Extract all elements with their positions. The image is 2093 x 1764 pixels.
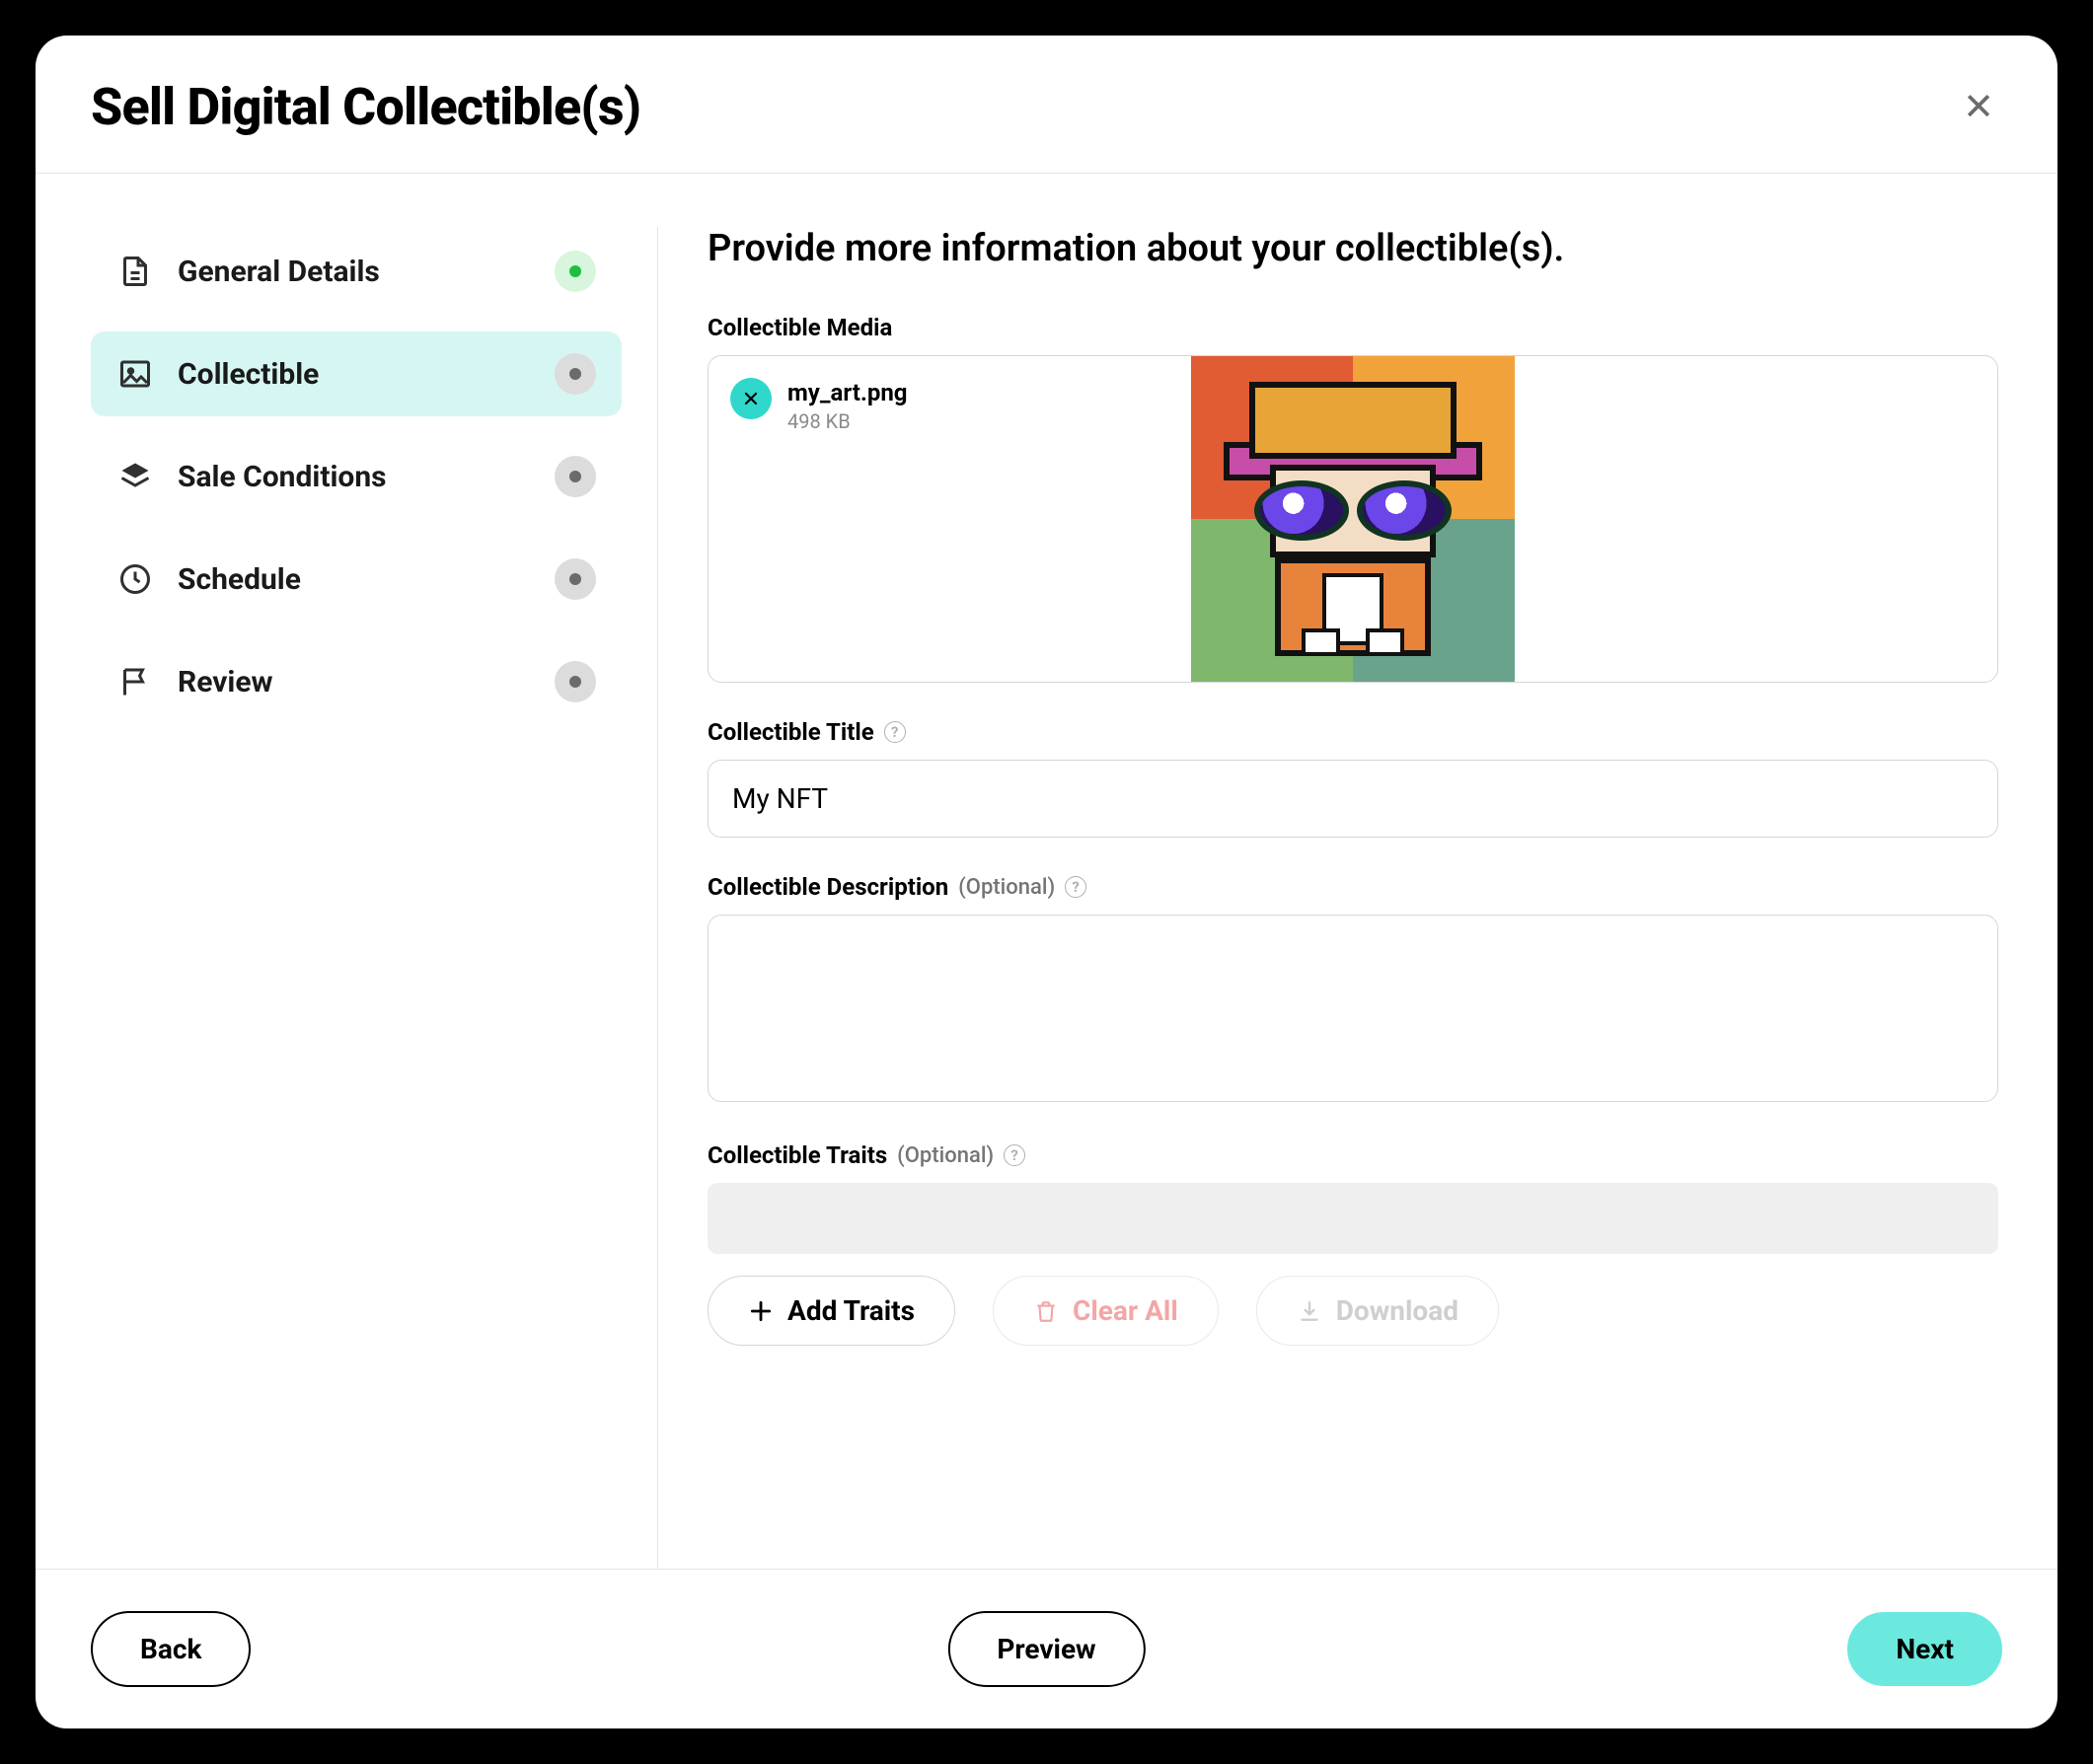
clear-all-button[interactable]: Clear All <box>993 1276 1219 1346</box>
content-heading: Provide more information about your coll… <box>708 227 1998 270</box>
dialog-title: Sell Digital Collectible(s) <box>91 77 640 137</box>
sidebar-step-schedule[interactable]: Schedule <box>91 537 622 622</box>
media-preview <box>1191 356 1515 682</box>
sell-collectible-dialog: Sell Digital Collectible(s) ✕ General De… <box>36 36 2057 1728</box>
next-button[interactable]: Next <box>1847 1612 2002 1686</box>
clear-all-label: Clear All <box>1073 1294 1178 1327</box>
title-field-label: Collectible Title <box>708 718 874 746</box>
step-sidebar: General Details Collectible Sale Conditi… <box>36 174 657 1569</box>
plus-icon <box>748 1298 774 1324</box>
optional-label: (Optional) <box>897 1143 994 1168</box>
media-file-meta: my_art.png 498 KB <box>709 356 930 682</box>
description-field-label: Collectible Description <box>708 873 948 901</box>
collectible-traits-field: Collectible Traits (Optional) ? Add Trai… <box>708 1141 1998 1346</box>
form-content: Provide more information about your coll… <box>658 174 2057 1569</box>
step-status-pending <box>555 661 596 702</box>
remove-file-button[interactable] <box>730 378 772 419</box>
dialog-body: General Details Collectible Sale Conditi… <box>36 174 2057 1569</box>
add-traits-label: Add Traits <box>787 1294 915 1327</box>
status-dot <box>569 265 581 277</box>
help-icon[interactable]: ? <box>1004 1144 1025 1166</box>
media-field-label: Collectible Media <box>708 314 892 341</box>
status-dot <box>569 368 581 380</box>
dialog-footer: Back Preview Next <box>36 1569 2057 1728</box>
layers-icon <box>116 458 154 495</box>
image-icon <box>116 355 154 393</box>
sidebar-step-label: General Details <box>178 255 555 289</box>
sidebar-step-general-details[interactable]: General Details <box>91 229 622 314</box>
collectible-media-field: Collectible Media my_art.png 498 KB <box>708 314 1998 683</box>
close-icon <box>741 389 761 408</box>
traits-actions: Add Traits Clear All Download <box>708 1276 1998 1346</box>
close-button[interactable]: ✕ <box>1955 81 2002 134</box>
help-icon[interactable]: ? <box>884 721 906 743</box>
sidebar-step-collectible[interactable]: Collectible <box>91 331 622 416</box>
download-label: Download <box>1336 1294 1458 1327</box>
trash-icon <box>1033 1298 1059 1324</box>
step-status-pending <box>555 558 596 600</box>
collectible-description-input[interactable] <box>708 915 1998 1102</box>
dialog-header: Sell Digital Collectible(s) ✕ <box>36 36 2057 174</box>
file-size: 498 KB <box>787 409 908 433</box>
clock-icon <box>116 560 154 598</box>
status-dot <box>569 676 581 688</box>
sidebar-step-label: Sale Conditions <box>178 460 555 494</box>
document-icon <box>116 253 154 290</box>
sidebar-step-label: Review <box>178 665 555 699</box>
collectible-title-field: Collectible Title ? <box>708 718 1998 838</box>
status-dot <box>569 471 581 482</box>
status-dot <box>569 573 581 585</box>
flag-icon <box>116 663 154 700</box>
preview-button[interactable]: Preview <box>947 1611 1145 1687</box>
help-icon[interactable]: ? <box>1065 876 1086 898</box>
close-icon: ✕ <box>1963 87 1994 128</box>
step-status-current <box>555 353 596 395</box>
file-text-block: my_art.png 498 KB <box>787 378 908 433</box>
sidebar-step-review[interactable]: Review <box>91 639 622 724</box>
collectible-description-field: Collectible Description (Optional) ? <box>708 873 1998 1106</box>
optional-label: (Optional) <box>958 875 1055 900</box>
sidebar-step-sale-conditions[interactable]: Sale Conditions <box>91 434 622 519</box>
sidebar-step-label: Schedule <box>178 562 555 597</box>
pixel-art-character <box>1224 382 1482 655</box>
collectible-title-input[interactable] <box>708 760 1998 838</box>
traits-field-label: Collectible Traits <box>708 1141 887 1169</box>
back-button[interactable]: Back <box>91 1611 251 1687</box>
download-icon <box>1297 1298 1322 1324</box>
step-status-done <box>555 251 596 292</box>
download-button[interactable]: Download <box>1256 1276 1499 1346</box>
media-upload-box[interactable]: my_art.png 498 KB <box>708 355 1998 683</box>
step-status-pending <box>555 456 596 497</box>
traits-container <box>708 1183 1998 1254</box>
file-name: my_art.png <box>787 378 908 407</box>
add-traits-button[interactable]: Add Traits <box>708 1276 955 1346</box>
sidebar-step-label: Collectible <box>178 357 555 392</box>
